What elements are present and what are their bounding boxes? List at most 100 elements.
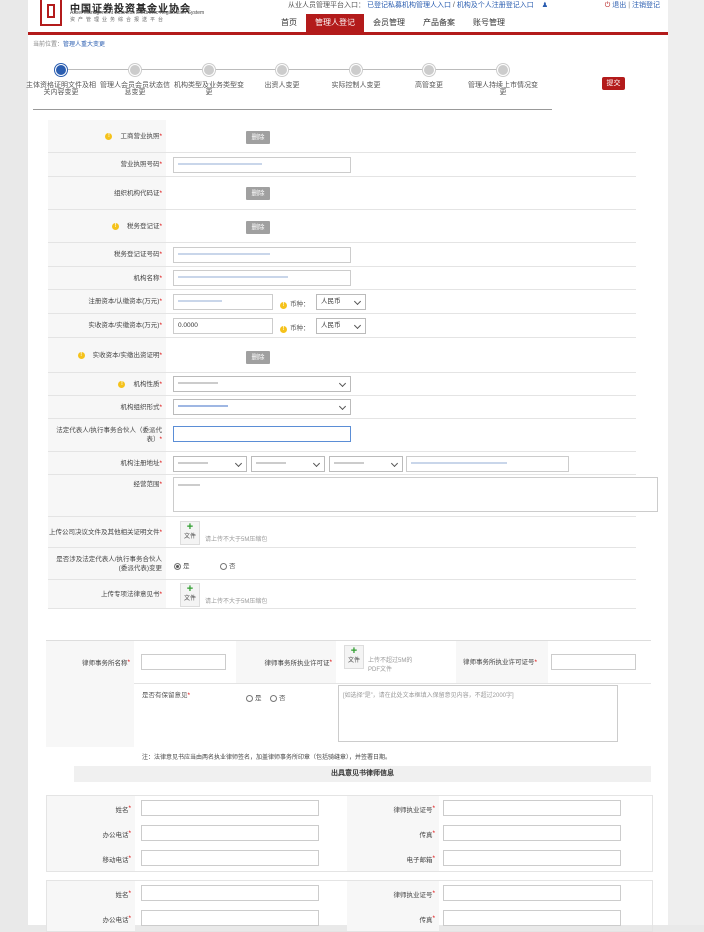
row-business-license: ! 工商营业执照 * 删除: [48, 120, 636, 153]
delete-button[interactable]: 删除: [246, 351, 270, 364]
office-phone-input[interactable]: [141, 825, 319, 841]
step-label: 出资人变更: [264, 82, 300, 89]
step-7[interactable]: 管理人持续上市情况变更: [468, 64, 538, 96]
org-form-select[interactable]: [173, 399, 351, 415]
mobile-label: 移动电话 *: [47, 846, 135, 871]
radio-yes[interactable]: [246, 694, 253, 702]
row-legal-rep: 法定代表人/执行事务合伙人（委派代表）*: [48, 419, 636, 452]
law-firm-license-no-input[interactable]: [551, 654, 636, 670]
lawyer-license-input[interactable]: [443, 885, 621, 901]
currency-label: ! 币种：: [280, 322, 310, 333]
reserved-opinion-spacer: [46, 683, 134, 747]
main-form: ! 工商营业执照 * 删除 营业执照号码 * 组织机构代码证 * 删除 ! 税务登记证 * …: [48, 120, 658, 609]
business-scope-textarea[interactable]: [173, 477, 658, 512]
submit-button[interactable]: 提交: [602, 77, 625, 90]
province-select[interactable]: [173, 456, 247, 472]
top-links-sep: /: [452, 2, 455, 9]
fax-input[interactable]: [443, 825, 621, 841]
reg-capital-input[interactable]: [173, 294, 273, 310]
currency-select[interactable]: 人民币: [316, 318, 366, 334]
registered-manager-link[interactable]: 已登记私募机构管理人入口: [367, 2, 451, 9]
delete-button[interactable]: 删除: [246, 131, 270, 144]
row-upload-legal-opinion: 上传专项法律意见书 * + 文件 请上传不大于5M压缩包: [48, 580, 636, 609]
nav-member-management[interactable]: 会员管理: [364, 14, 414, 32]
row-label: ! 机构性质 *: [48, 373, 166, 395]
row-label: 法定代表人/执行事务合伙人（委派代表）*: [48, 419, 166, 451]
radio-yes[interactable]: [174, 562, 181, 570]
row-label: 组织机构代码证 *: [48, 177, 166, 209]
user-area: ⏻ 退出 | 注销登记: [605, 0, 660, 10]
law-firm-license-upload[interactable]: + 文件: [344, 645, 364, 669]
user-area-sep: |: [628, 2, 631, 9]
breadcrumb-current[interactable]: 管理人重大变更: [63, 42, 105, 48]
city-select[interactable]: [251, 456, 325, 472]
step-1[interactable]: 主体资格证明文件及相关内容变更: [26, 64, 96, 96]
step-5[interactable]: 实际控制人变更: [321, 64, 391, 89]
power-icon: ⏻: [604, 2, 611, 9]
nav-manager-registration[interactable]: 管理人登记: [306, 14, 364, 32]
reserved-opinion-textarea[interactable]: [如选择“是”，请在此处文本框填入保留意见内容，不超过2000字]: [338, 685, 618, 742]
delete-button[interactable]: 删除: [246, 221, 270, 234]
row-business-scope: 经营范围 *: [48, 475, 658, 517]
email-input[interactable]: [443, 850, 621, 866]
reserved-opinion-yes[interactable]: 是: [246, 692, 262, 702]
tax-cert-no-input[interactable]: [173, 247, 351, 263]
delete-button[interactable]: 删除: [246, 187, 270, 200]
logout-link[interactable]: 退出: [612, 2, 626, 9]
steps-underline: [33, 109, 552, 110]
lawyer-name-input[interactable]: [141, 885, 319, 901]
row-reg-capital: 注册资本/认缴资本(万元) * ! 币种： 人民币: [48, 290, 636, 314]
nav-product-filing[interactable]: 产品备案: [414, 14, 464, 32]
office-phone-input[interactable]: [141, 910, 319, 926]
license-no-input[interactable]: [173, 157, 351, 173]
radio-no[interactable]: [220, 562, 227, 570]
row-label: 机构注册地址 *: [48, 452, 166, 474]
address-detail-input[interactable]: [406, 456, 569, 472]
step-3[interactable]: 机构类型及业务类型变更: [174, 64, 244, 96]
law-firm-name-label: 律师事务所名称 *: [46, 641, 134, 683]
upload-legal-opinion-button[interactable]: + 文件: [180, 583, 200, 607]
user-icon[interactable]: ♟: [542, 2, 548, 9]
row-label: 实收资本/实缴资本(万元) *: [48, 314, 166, 337]
radio-no[interactable]: [270, 694, 277, 702]
upload-resolution-button[interactable]: + 文件: [180, 521, 200, 545]
register-entry-link[interactable]: 机构及个人注册登记入口: [457, 2, 534, 9]
org-name-input[interactable]: [173, 270, 351, 286]
row-tax-cert-no: 税务登记证号码 *: [48, 243, 636, 267]
row-label: ! 税务登记证 *: [48, 210, 166, 242]
warning-icon: !: [118, 380, 126, 388]
legal-rep-input[interactable]: [173, 426, 351, 442]
step-4[interactable]: 出资人变更: [247, 64, 317, 89]
cancel-registration-link[interactable]: 注销登记: [632, 2, 660, 9]
lawyer-name-input[interactable]: [141, 800, 319, 816]
fax-input[interactable]: [443, 910, 621, 926]
row-label: 是否涉及法定代表人/执行事务合伙人(委派代表)变更: [48, 548, 166, 579]
legal-opinion-note: 注：法律意见书应当由两名执业律师签名，加盖律师事务所印章（包括骑缝章），并签署日…: [142, 755, 392, 761]
step-dot-icon: [423, 64, 435, 76]
warning-icon: !: [105, 132, 113, 140]
plus-icon: +: [186, 521, 194, 533]
lawyer-license-input[interactable]: [443, 800, 621, 816]
plus-icon: +: [350, 645, 358, 657]
mobile-input[interactable]: [141, 850, 319, 866]
row-label: 税务登记证号码 *: [48, 243, 166, 266]
row-law-firm: 律师事务所名称 * 律师事务所执业许可证 * + 文件 上传不超过5M的PDF文件 律…: [46, 640, 651, 684]
step-6[interactable]: 高管变更: [394, 64, 464, 89]
step-dot-icon: [497, 64, 509, 76]
top-links-prefix: 从业人员管理平台入口：: [288, 2, 365, 9]
row-label: 注册资本/认缴资本(万元) *: [48, 290, 166, 313]
row-org-form: 机构组织形式 *: [48, 396, 636, 419]
step-2[interactable]: 管理人会员会员状态信息变更: [100, 64, 170, 96]
nav-home[interactable]: 首页: [272, 14, 306, 32]
district-select[interactable]: [329, 456, 403, 472]
paid-capital-input[interactable]: 0.0000: [173, 318, 273, 334]
nav-account-management[interactable]: 账号管理: [464, 14, 514, 32]
law-firm-name-input[interactable]: [141, 654, 226, 670]
org-nature-select[interactable]: [173, 376, 351, 392]
reserved-opinion-no[interactable]: 否: [270, 692, 286, 702]
breadcrumb: 当前位置：管理人重大变更: [33, 39, 105, 48]
row-license-no: 营业执照号码 *: [48, 153, 636, 177]
currency-select[interactable]: 人民币: [316, 294, 366, 310]
legal-rep-change-yes[interactable]: 是: [174, 560, 190, 570]
legal-rep-change-no[interactable]: 否: [220, 560, 236, 570]
